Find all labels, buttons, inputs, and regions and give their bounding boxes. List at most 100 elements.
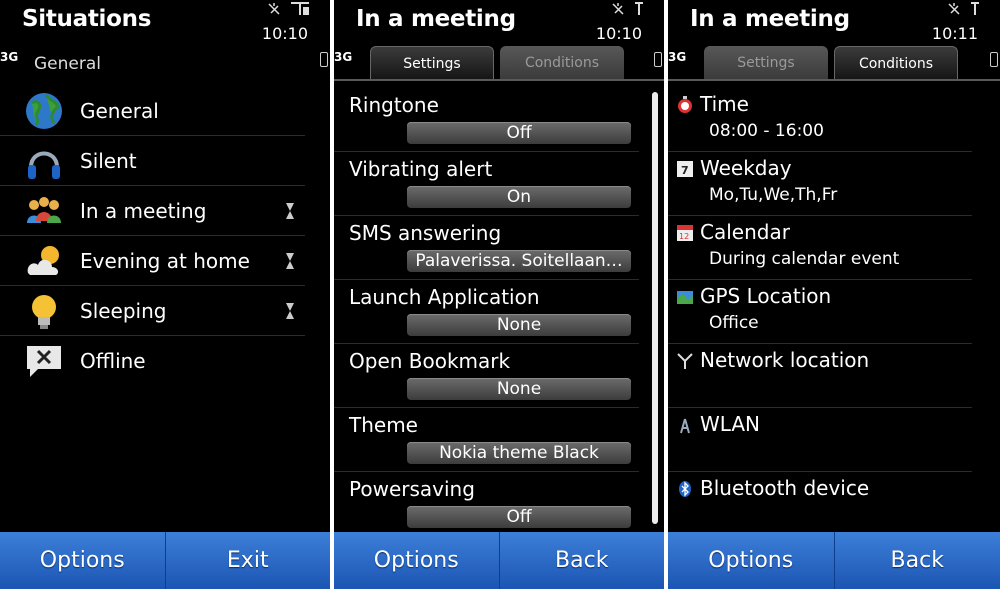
sms-answering-value-button[interactable]: Palaverissa. Soitellaan… — [407, 250, 631, 272]
ringtone-value-button[interactable]: Off — [407, 122, 631, 144]
condition-calendar[interactable]: 12 Calendar During calendar event — [668, 216, 972, 280]
softkey-bar: Options Back — [334, 532, 664, 589]
setting-label: Theme — [349, 413, 418, 437]
list-item-label: Sleeping — [80, 298, 167, 323]
signal-indicator-icon — [291, 2, 309, 15]
timed-icon — [286, 303, 294, 319]
setting-label: Vibrating alert — [349, 157, 493, 181]
condition-wlan[interactable]: WLAN — [668, 408, 972, 472]
back-softkey[interactable]: Back — [498, 532, 665, 589]
condition-network-location[interactable]: Network location — [668, 344, 972, 408]
launch-application-value-button[interactable]: None — [407, 314, 631, 336]
condition-time[interactable]: Time 08:00 - 16:00 — [668, 88, 972, 152]
wlan-icon — [680, 418, 690, 434]
timed-icon — [286, 253, 294, 269]
theme-value-button[interactable]: Nokia theme Black — [407, 442, 631, 464]
tab-divider — [334, 79, 664, 81]
setting-label: Ringtone — [349, 93, 439, 117]
vibrating-alert-value-button[interactable]: On — [407, 186, 631, 208]
clock: 10:10 — [261, 24, 308, 43]
condition-label: Calendar — [700, 220, 790, 244]
timed-icon — [286, 203, 294, 219]
offline-bubble-icon — [24, 341, 64, 381]
signal-indicator-icon — [635, 2, 643, 15]
condition-gps-location[interactable]: GPS Location Office — [668, 280, 972, 344]
setting-label: SMS answering — [349, 221, 502, 245]
setting-open-bookmark[interactable]: Open Bookmark None — [334, 344, 639, 408]
options-softkey[interactable]: Options — [334, 532, 499, 589]
situations-list: General Silent In a meeting Evening at h… — [0, 86, 305, 385]
battery-icon — [654, 52, 662, 67]
meeting-settings-screen: In a meeting 10:10 3G Settings Condition… — [334, 0, 664, 589]
list-item-in-a-meeting[interactable]: In a meeting — [0, 186, 305, 236]
setting-powersaving[interactable]: Powersaving Off — [334, 472, 639, 535]
back-softkey[interactable]: Back — [833, 532, 1000, 589]
options-softkey[interactable]: Options — [0, 532, 165, 589]
network-indicator: 3G — [668, 50, 687, 64]
list-item-general[interactable]: General — [0, 86, 305, 136]
tab-conditions[interactable]: Conditions — [500, 46, 624, 80]
conditions-list: Time 08:00 - 16:00 7 Weekday Mo,Tu,We,Th… — [668, 88, 972, 535]
stopwatch-icon — [678, 96, 692, 113]
antenna-icon — [677, 353, 693, 369]
alarm-icon — [948, 3, 960, 15]
powersaving-value-button[interactable]: Off — [407, 506, 631, 528]
condition-label: WLAN — [700, 412, 761, 436]
calendar-icon: 12 — [677, 225, 693, 241]
options-softkey[interactable]: Options — [668, 532, 834, 589]
list-item-silent[interactable]: Silent — [0, 136, 305, 186]
setting-label: Open Bookmark — [349, 349, 511, 373]
situations-screen: Situations 10:10 3G General General Sile… — [0, 0, 330, 589]
condition-value: Office — [709, 313, 759, 333]
list-item-evening-at-home[interactable]: Evening at home — [0, 236, 305, 286]
gps-map-icon — [677, 291, 693, 304]
screen-title: In a meeting — [356, 6, 516, 32]
softkey-bar: Options Exit — [0, 532, 330, 589]
battery-icon — [320, 52, 328, 67]
tab-conditions[interactable]: Conditions — [834, 46, 958, 80]
active-profile-label: General — [34, 54, 101, 74]
tab-bar: Settings Conditions — [370, 46, 624, 80]
tab-settings[interactable]: Settings — [704, 46, 828, 80]
setting-ringtone[interactable]: Ringtone Off — [334, 88, 639, 152]
list-item-label: Silent — [80, 148, 137, 173]
tab-settings[interactable]: Settings — [370, 46, 494, 80]
condition-value: 08:00 - 16:00 — [709, 121, 824, 141]
condition-value: During calendar event — [709, 249, 900, 269]
battery-icon — [990, 52, 998, 67]
weekday-calendar-icon: 7 — [677, 161, 693, 177]
settings-list: Ringtone Off Vibrating alert On SMS answ… — [334, 88, 639, 535]
setting-theme[interactable]: Theme Nokia theme Black — [334, 408, 639, 472]
condition-label: GPS Location — [700, 284, 832, 308]
status-icons — [611, 1, 644, 17]
alarm-icon — [612, 3, 624, 15]
setting-label: Launch Application — [349, 285, 540, 309]
network-indicator: 3G — [0, 50, 19, 64]
people-icon — [24, 191, 64, 231]
condition-label: Network location — [700, 348, 870, 372]
tab-bar: Settings Conditions — [704, 46, 958, 80]
setting-launch-application[interactable]: Launch Application None — [334, 280, 639, 344]
status-icons — [267, 1, 310, 17]
svg-text:12: 12 — [679, 232, 689, 241]
status-icons — [947, 1, 980, 17]
open-bookmark-value-button[interactable]: None — [407, 378, 631, 400]
list-item-label: Offline — [80, 348, 146, 373]
svg-text:7: 7 — [681, 164, 689, 177]
list-item-label: In a meeting — [80, 198, 207, 223]
condition-bluetooth-device[interactable]: Bluetooth device — [668, 472, 972, 535]
condition-label: Weekday — [700, 156, 792, 180]
list-item-sleeping[interactable]: Sleeping — [0, 286, 305, 336]
scrollbar[interactable] — [652, 92, 658, 524]
lightbulb-icon — [24, 291, 64, 331]
condition-value: Mo,Tu,We,Th,Fr — [709, 185, 838, 205]
list-item-label: Evening at home — [80, 248, 250, 273]
setting-vibrating-alert[interactable]: Vibrating alert On — [334, 152, 639, 216]
setting-sms-answering[interactable]: SMS answering Palaverissa. Soitellaan… — [334, 216, 639, 280]
screen-title: In a meeting — [690, 6, 850, 32]
list-item-offline[interactable]: Offline — [0, 336, 305, 385]
exit-softkey[interactable]: Exit — [164, 532, 331, 589]
condition-weekday[interactable]: 7 Weekday Mo,Tu,We,Th,Fr — [668, 152, 972, 216]
softkey-bar: Options Back — [668, 532, 1000, 589]
alarm-icon — [268, 3, 280, 15]
